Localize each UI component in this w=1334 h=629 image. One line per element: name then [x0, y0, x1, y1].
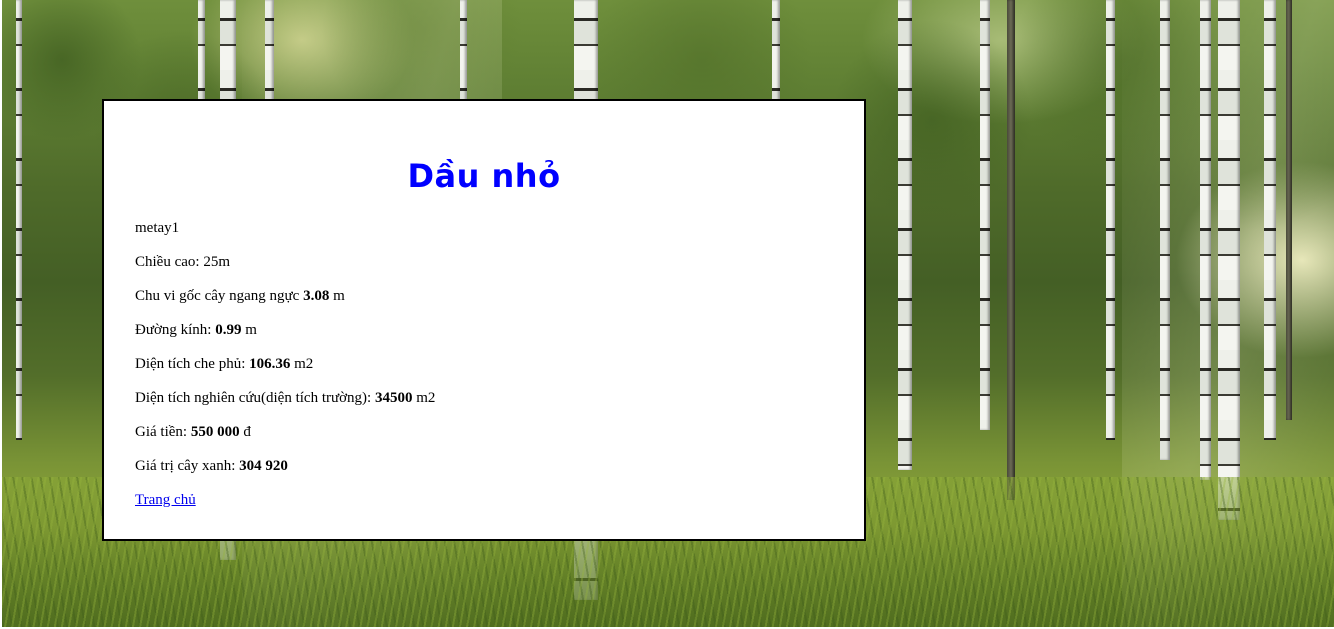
- birch-trunk: [898, 0, 912, 470]
- canopy-area-unit: m2: [290, 356, 314, 372]
- diameter-row: Đường kính: 0.99 m: [135, 321, 435, 355]
- height-value: 25m: [203, 254, 230, 270]
- canopy-area-label: Diện tích che phủ:: [135, 356, 250, 372]
- height-label: Chiều cao:: [135, 254, 204, 270]
- green-value-label: Giá trị cây xanh:: [135, 458, 240, 474]
- birch-trunk: [980, 0, 990, 430]
- circumference-unit: m: [329, 288, 345, 304]
- study-area-label: Diện tích nghiên cứu(diện tích trường):: [135, 390, 375, 406]
- tree-trunk: [1286, 0, 1292, 420]
- canopy-area-row: Diện tích che phủ: 106.36 m2: [135, 355, 435, 389]
- green-value-value: 304 920: [239, 458, 288, 474]
- circumference-row: Chu vi gốc cây ngang ngực 3.08 m: [135, 287, 435, 321]
- birch-trunk: [1264, 0, 1276, 440]
- study-area-unit: m2: [412, 390, 436, 406]
- diameter-unit: m: [241, 322, 257, 338]
- home-link-row: Trang chủ: [135, 491, 435, 525]
- green-value-row: Giá trị cây xanh: 304 920: [135, 457, 435, 491]
- price-value: 550 000: [190, 424, 240, 440]
- diameter-value: 0.99: [215, 322, 242, 338]
- circumference-value: 3.08: [303, 288, 330, 304]
- price-unit: đ: [239, 424, 251, 440]
- tree-code-value: metay1: [135, 220, 180, 236]
- study-area-row: Diện tích nghiên cứu(diện tích trường): …: [135, 389, 435, 423]
- birch-trunk: [1106, 0, 1115, 440]
- birch-trunk: [1160, 0, 1170, 460]
- tree-info-panel: Dầu nhỏ metay1 Chiều cao: 25m Chu vi gốc…: [102, 99, 866, 541]
- tree-info-list: metay1 Chiều cao: 25m Chu vi gốc cây nga…: [135, 219, 435, 525]
- price-label: Giá tiền:: [135, 424, 191, 440]
- home-link[interactable]: Trang chủ: [135, 492, 196, 508]
- birch-trunk: [1218, 0, 1240, 520]
- price-row: Giá tiền: 550 000 đ: [135, 423, 435, 457]
- study-area-value: 34500: [374, 390, 413, 406]
- birch-trunk: [16, 0, 22, 440]
- height-row: Chiều cao: 25m: [135, 253, 435, 287]
- circumference-label: Chu vi gốc cây ngang ngực: [135, 288, 304, 304]
- canopy-area-value: 106.36: [249, 356, 291, 372]
- tree-trunk: [1007, 0, 1015, 500]
- birch-trunk: [1200, 0, 1211, 480]
- diameter-label: Đường kính:: [135, 322, 216, 338]
- tree-code: metay1: [135, 219, 435, 253]
- page-title: Dầu nhỏ: [407, 157, 561, 195]
